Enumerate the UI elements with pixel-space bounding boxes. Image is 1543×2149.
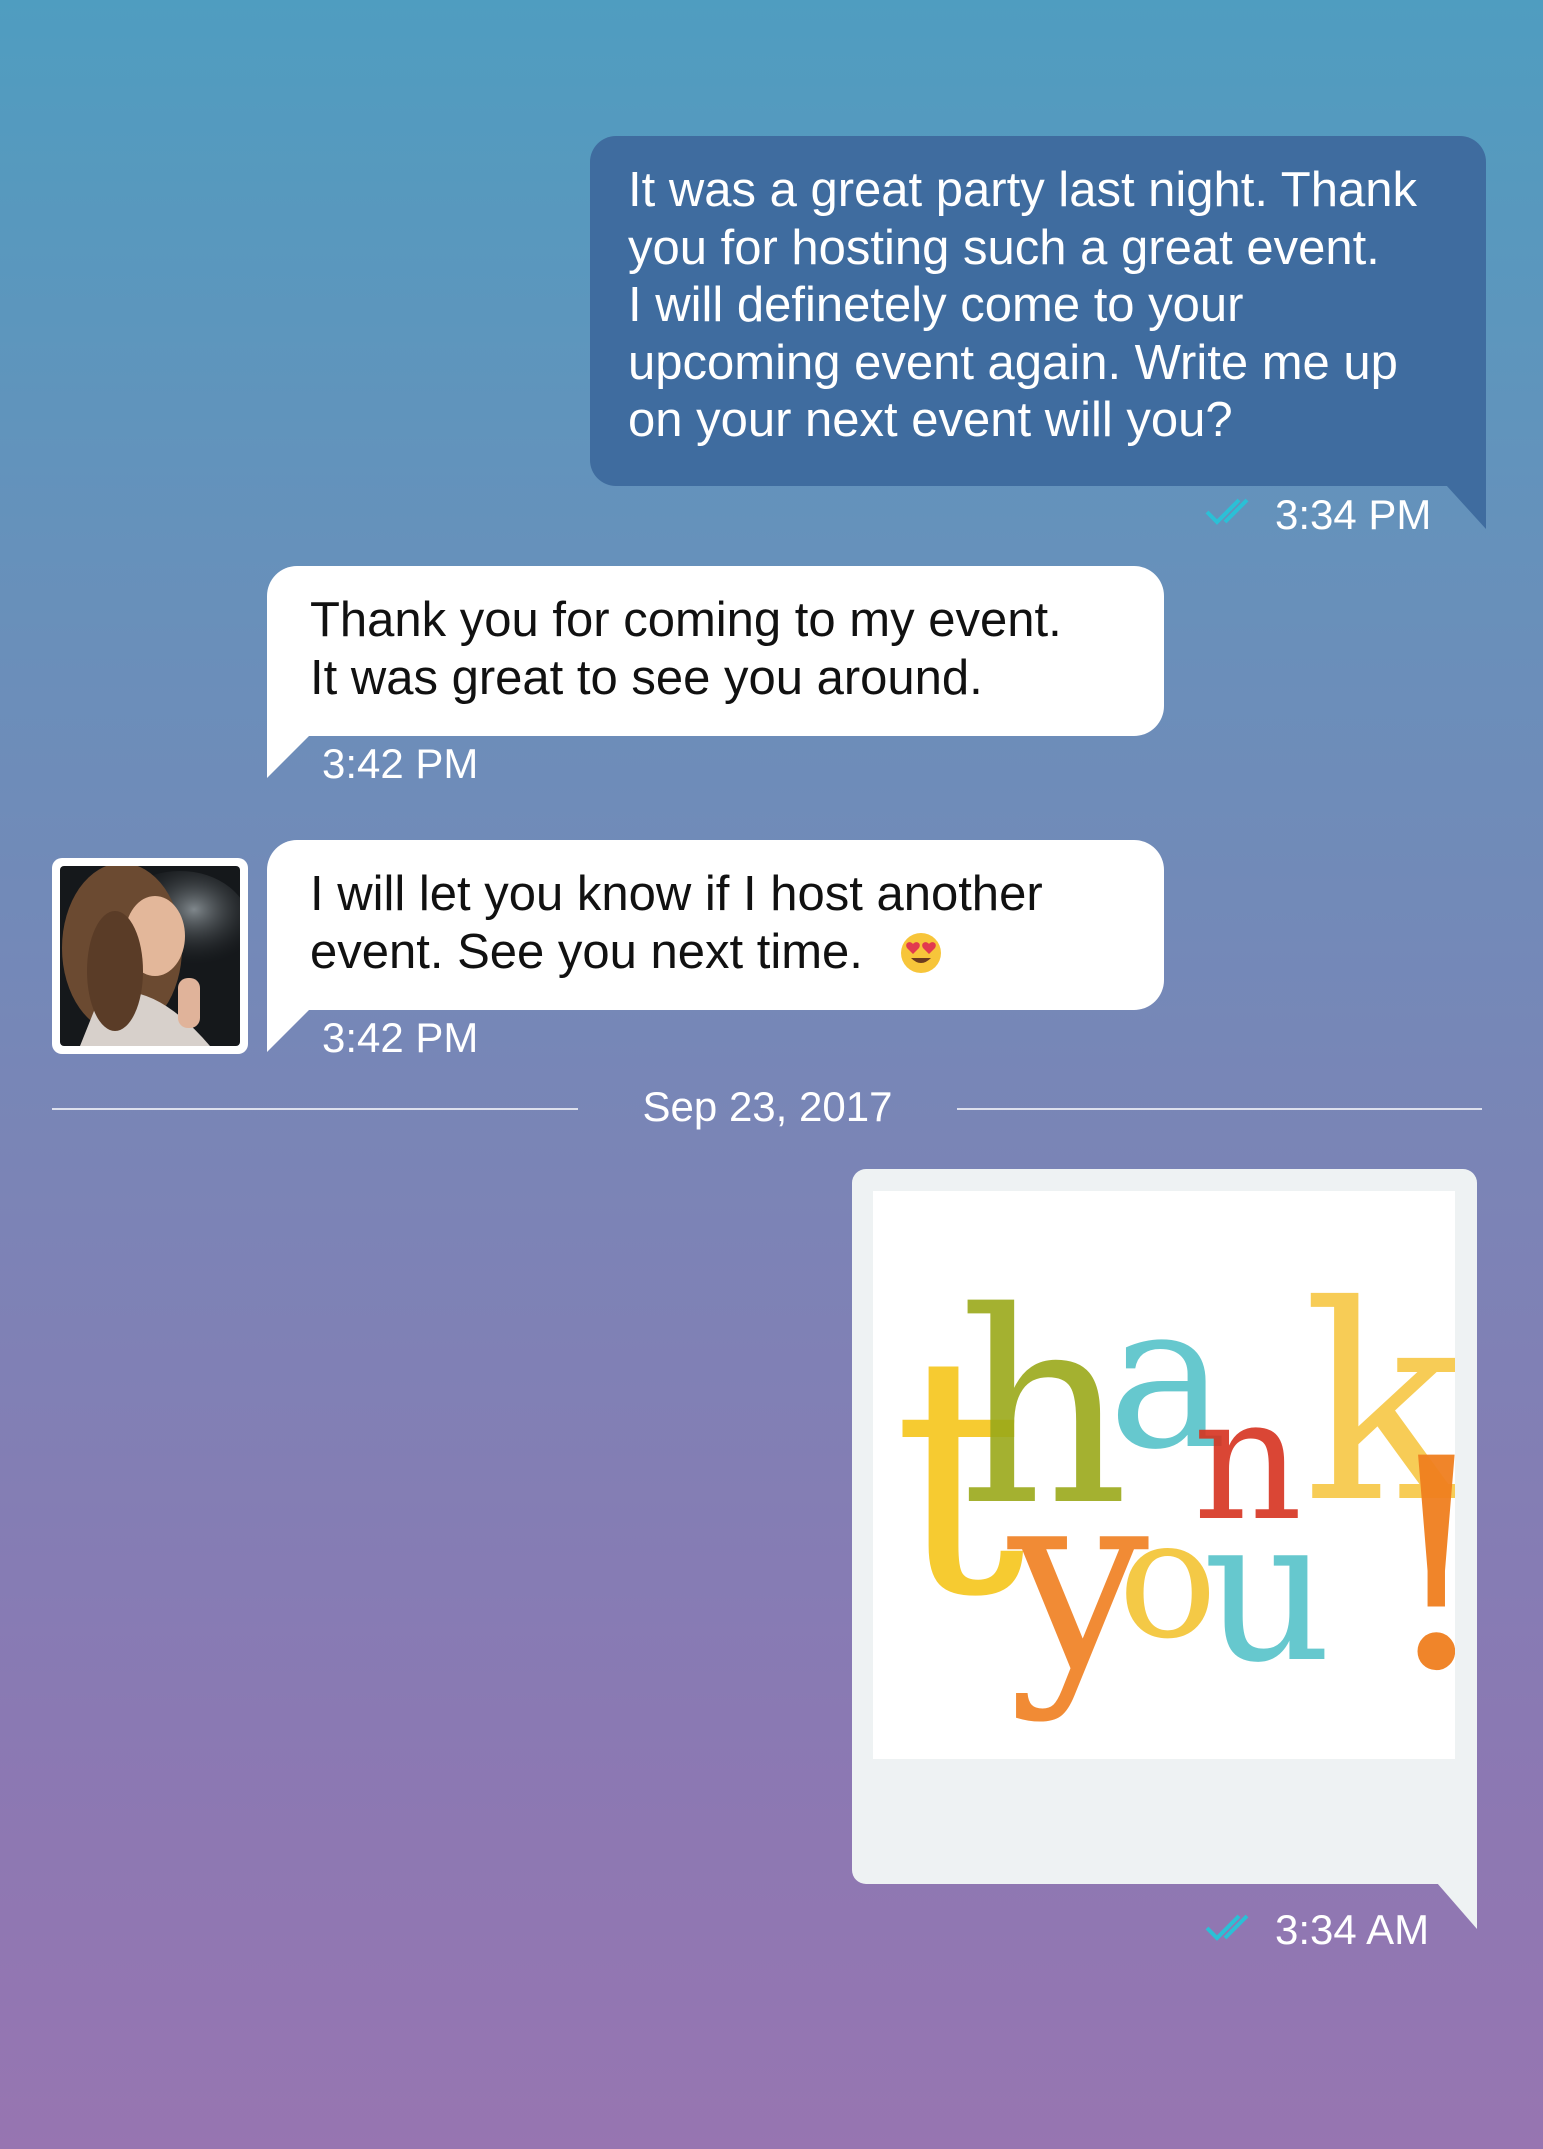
incoming-message-text: Thank you for coming to my event. It was… (310, 593, 1062, 705)
message-timestamp: 3:34 AM (1275, 1906, 1430, 1953)
message-timestamp: 3:34 PM (1275, 491, 1432, 538)
double-check-icon (1205, 498, 1249, 525)
thank-you-letter-u: u (1203, 1474, 1332, 1707)
incoming-bubble-tail (267, 734, 311, 778)
heart-eyes-emoji-icon (901, 933, 941, 973)
contact-avatar-photo (60, 866, 240, 1046)
message-timestamp: 3:42 PM (322, 740, 479, 787)
thank-you-letter-exclamation: ! (1378, 1398, 1455, 1735)
message-timestamp: 3:42 PM (322, 1014, 479, 1061)
incoming-message-text: I will let you know if I host another ev… (310, 867, 1043, 979)
double-check-icon (1205, 1914, 1249, 1941)
outgoing-message-text: It was a great party last night. Thank y… (628, 163, 1417, 447)
thank-you-card-image[interactable]: t h a n k y o u ! (873, 1191, 1495, 1759)
date-divider: Sep 23, 2017 (642, 1083, 893, 1130)
date-divider-line-right (957, 1108, 1482, 1110)
outgoing-bubble-tail (1446, 485, 1486, 529)
incoming-bubble-tail (267, 1008, 311, 1052)
date-divider-line-left (52, 1108, 578, 1110)
image-bubble-tail (1437, 1883, 1477, 1929)
